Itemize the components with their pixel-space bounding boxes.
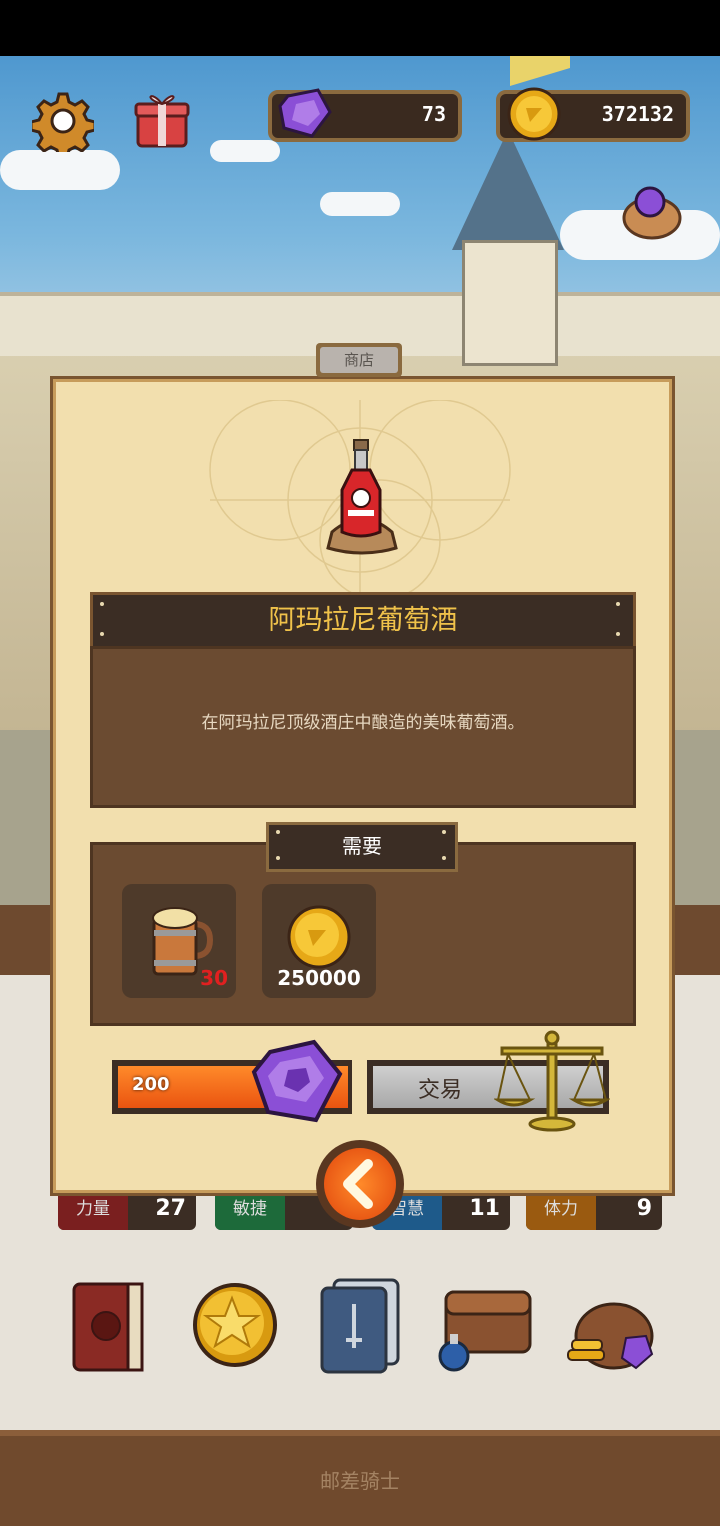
gold-coin-icon bbox=[506, 86, 562, 142]
purple-gem-icon bbox=[250, 1038, 344, 1126]
star-coin-icon[interactable] bbox=[190, 1280, 280, 1370]
chevron-left-icon bbox=[343, 1159, 373, 1209]
purple-gem-icon bbox=[278, 88, 332, 140]
requirement-slot-beer[interactable]: 30 bbox=[122, 884, 236, 998]
backpack-potion-icon[interactable] bbox=[436, 1276, 540, 1374]
cloud bbox=[0, 150, 120, 190]
card-deck-icon[interactable] bbox=[318, 1276, 404, 1374]
item-name: 阿玛拉尼葡萄酒 bbox=[268, 605, 458, 636]
requirement-slot-coins[interactable]: 250000 bbox=[262, 884, 376, 998]
coin-count: 372132 bbox=[601, 102, 674, 126]
castle-tower bbox=[462, 240, 558, 366]
cloud bbox=[320, 192, 400, 216]
trade-label: 交易 bbox=[417, 1078, 462, 1103]
cloud bbox=[210, 140, 280, 162]
status-bar bbox=[0, 0, 720, 56]
tower-roof bbox=[452, 130, 564, 250]
item-description: 在阿玛拉尼顶级酒庄中酿造的美味葡萄酒。 bbox=[201, 713, 525, 733]
scales-icon bbox=[492, 1030, 612, 1132]
gift-box-icon[interactable] bbox=[132, 90, 192, 150]
buy-price: 200 bbox=[132, 1074, 170, 1095]
treasure-bag-icon[interactable] bbox=[564, 1278, 658, 1374]
wine-bottle-icon bbox=[322, 436, 402, 556]
back-button-face bbox=[324, 1148, 396, 1220]
settings-gear-icon[interactable] bbox=[29, 90, 97, 160]
gold-coin-icon bbox=[287, 905, 351, 969]
gem-count: 73 bbox=[421, 102, 446, 126]
loot-bag-icon[interactable] bbox=[620, 178, 684, 242]
shop-tab-label: 商店 bbox=[320, 347, 398, 373]
requirement-count: 250000 bbox=[277, 966, 361, 990]
requirements-label: 需要 bbox=[342, 834, 382, 858]
footer-title: 邮差骑士 bbox=[320, 1469, 400, 1493]
requirement-count: 30 bbox=[200, 966, 228, 990]
book-icon[interactable] bbox=[68, 1276, 152, 1376]
